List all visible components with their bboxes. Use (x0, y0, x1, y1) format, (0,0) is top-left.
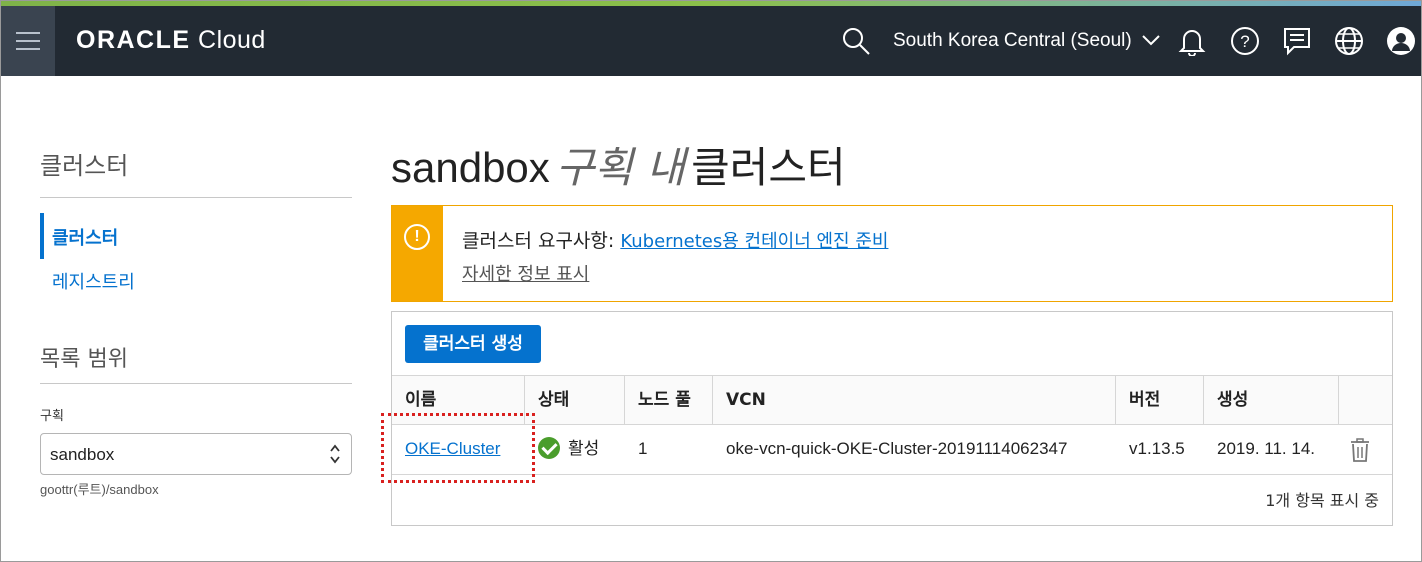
highlight-box (381, 413, 535, 483)
clusters-panel: 클러스터 생성 이름 상태 노드 풀 VCN 버전 생성 OKE-Cluster… (391, 311, 1393, 526)
create-cluster-button[interactable]: 클러스터 생성 (405, 325, 541, 363)
item-count: 1개 항목 표시 중 (1265, 491, 1379, 510)
cell-status: 활성 (525, 425, 599, 475)
scope-divider (40, 383, 352, 384)
alert-link[interactable]: Kubernetes용 컨테이너 엔진 준비 (620, 231, 888, 252)
help-icon[interactable]: ? (1228, 24, 1262, 58)
sidebar-title: 클러스터 (40, 152, 129, 180)
compartment-label: 구획 (40, 409, 64, 424)
cell-version: v1.13.5 (1129, 439, 1185, 458)
alert-bar: ! (392, 206, 443, 301)
requirements-alert: ! 클러스터 요구사항: Kubernetes용 컨테이너 엔진 준비 자세한 … (391, 205, 1393, 302)
compartment-path: goottr(루트)/sandbox (40, 482, 159, 497)
top-navigation-bar: ORACLE Cloud South Korea Central (Seoul)… (1, 6, 1421, 76)
alert-message: 클러스터 요구사항: Kubernetes용 컨테이너 엔진 준비 (462, 226, 888, 253)
browser-frame: ORACLE Cloud South Korea Central (Seoul)… (0, 0, 1422, 562)
sidebar-item-registry[interactable]: 레지스트리 (52, 268, 135, 294)
column-header-version[interactable]: 버전 (1116, 376, 1204, 424)
column-header-created[interactable]: 생성 (1204, 376, 1339, 424)
page-title: sandbox 구획 내 클러스터 (391, 134, 846, 195)
oracle-cloud-logo[interactable]: ORACLE Cloud (76, 26, 266, 55)
compartment-select[interactable]: sandbox (40, 433, 352, 475)
column-header-node-pools[interactable]: 노드 풀 (625, 376, 713, 424)
logo-product: Cloud (198, 26, 266, 54)
cell-vcn: oke-vcn-quick-OKE-Cluster-20191114062347 (726, 439, 1068, 458)
table-row: OKE-Cluster 활성 1 oke-vcn-quick-OKE-Clust… (392, 425, 1392, 475)
region-selector[interactable]: South Korea Central (Seoul) (893, 30, 1161, 52)
alert-prefix: 클러스터 요구사항: (462, 230, 615, 252)
chat-icon[interactable] (1280, 24, 1314, 58)
bell-icon[interactable] (1175, 24, 1209, 58)
status-label: 활성 (568, 439, 600, 458)
sidebar-item-label: 클러스터 (52, 228, 119, 249)
title-compartment: sandbox (391, 144, 550, 191)
compartment-value: sandbox (50, 445, 115, 464)
list-scope-title: 목록 범위 (40, 347, 128, 372)
column-header-vcn[interactable]: VCN (713, 376, 1116, 424)
svg-text:?: ? (1240, 32, 1249, 51)
select-arrows-icon (330, 444, 340, 464)
logo-brand: ORACLE (76, 26, 191, 54)
cell-node-pools: 1 (638, 439, 648, 458)
sidebar-divider (40, 197, 352, 198)
trash-icon[interactable] (1350, 438, 1370, 462)
user-icon[interactable] (1384, 24, 1418, 58)
sidebar-item-clusters[interactable]: 클러스터 (40, 213, 352, 259)
column-header-actions (1339, 376, 1392, 424)
table-header: 이름 상태 노드 풀 VCN 버전 생성 (392, 375, 1392, 425)
title-in: 구획 내 (555, 143, 686, 192)
column-header-status[interactable]: 상태 (525, 376, 625, 424)
cell-created: 2019. 11. 14. (1217, 439, 1315, 458)
chevron-down-icon (1142, 35, 1160, 46)
menu-icon[interactable] (1, 6, 55, 76)
alert-icon: ! (404, 224, 430, 250)
check-circle-icon (538, 436, 560, 459)
search-icon[interactable] (839, 24, 873, 58)
title-resource: 클러스터 (691, 143, 846, 192)
globe-icon[interactable] (1332, 24, 1366, 58)
show-details-link[interactable]: 자세한 정보 표시 (462, 260, 589, 286)
region-label: South Korea Central (Seoul) (893, 30, 1132, 51)
